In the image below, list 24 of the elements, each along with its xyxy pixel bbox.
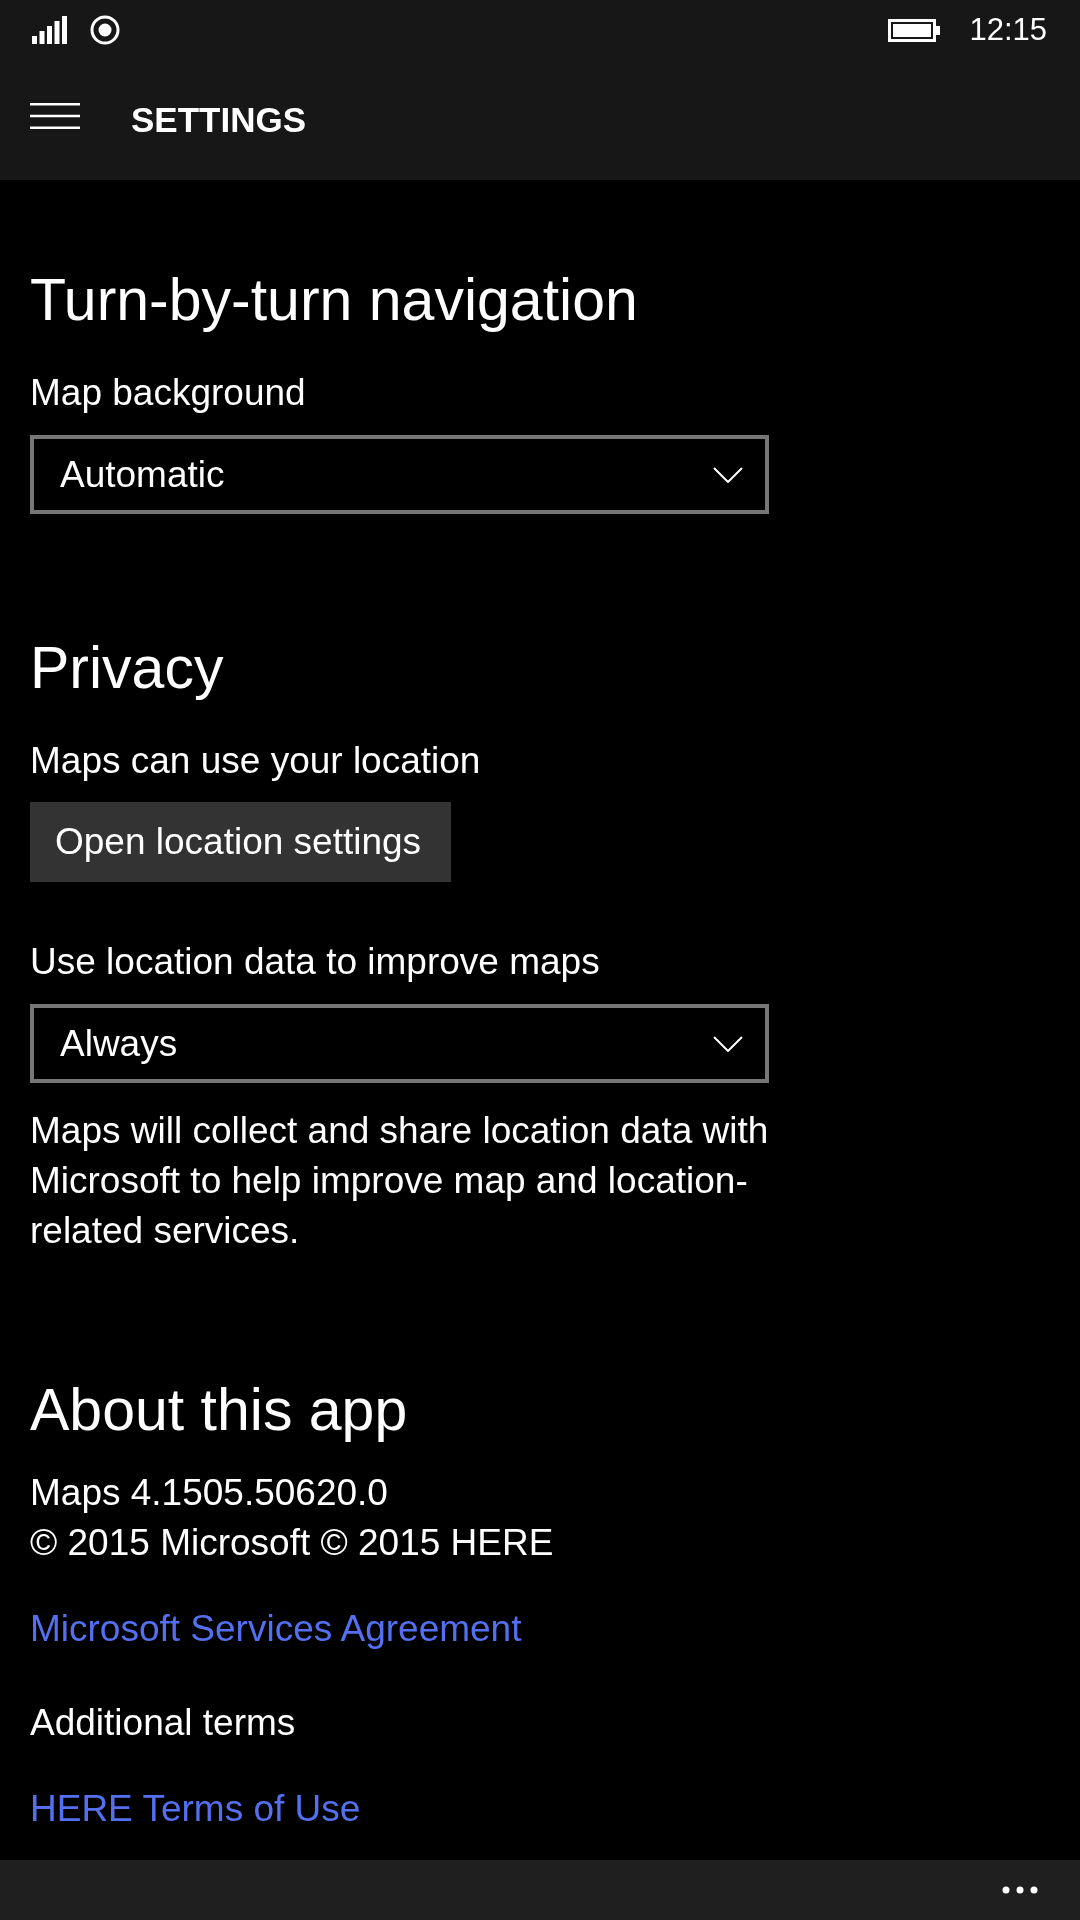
section-heading: Turn-by-turn navigation <box>30 266 638 335</box>
menu-icon[interactable] <box>30 103 80 129</box>
info-text: © 2015 Microsoft © 2015 HERE <box>30 1521 554 1565</box>
text-link[interactable]: HERE Terms of Use <box>30 1784 361 1834</box>
info-text: Maps 4.1505.50620.0 <box>30 1471 388 1515</box>
text-link[interactable]: Microsoft Services Agreement <box>30 1604 522 1654</box>
signal-icon <box>32 16 68 44</box>
more-icon[interactable] <box>1002 1886 1038 1894</box>
page-title: SETTINGS <box>131 99 307 141</box>
section-heading: Privacy <box>30 634 224 703</box>
dropdown[interactable]: Always <box>30 1004 769 1083</box>
chevron-down-icon <box>713 1035 743 1052</box>
description-text: Maps will collect and share location data with Microsoft to help improve map and location-related services. <box>30 1109 770 1253</box>
battery-icon <box>888 18 941 42</box>
chevron-down-icon <box>713 466 743 483</box>
ring-dot-icon <box>90 15 120 45</box>
section-heading: About this app <box>30 1376 408 1445</box>
field-label: Use location data to improve maps <box>30 940 600 984</box>
dropdown[interactable]: Automatic <box>30 435 769 514</box>
info-text: Additional terms <box>30 1701 296 1745</box>
field-label: Map background <box>30 371 306 415</box>
status-time: 12:15 <box>969 12 1047 48</box>
action-button[interactable]: Open location settings <box>30 802 452 882</box>
field-label: Maps can use your location <box>30 739 481 783</box>
